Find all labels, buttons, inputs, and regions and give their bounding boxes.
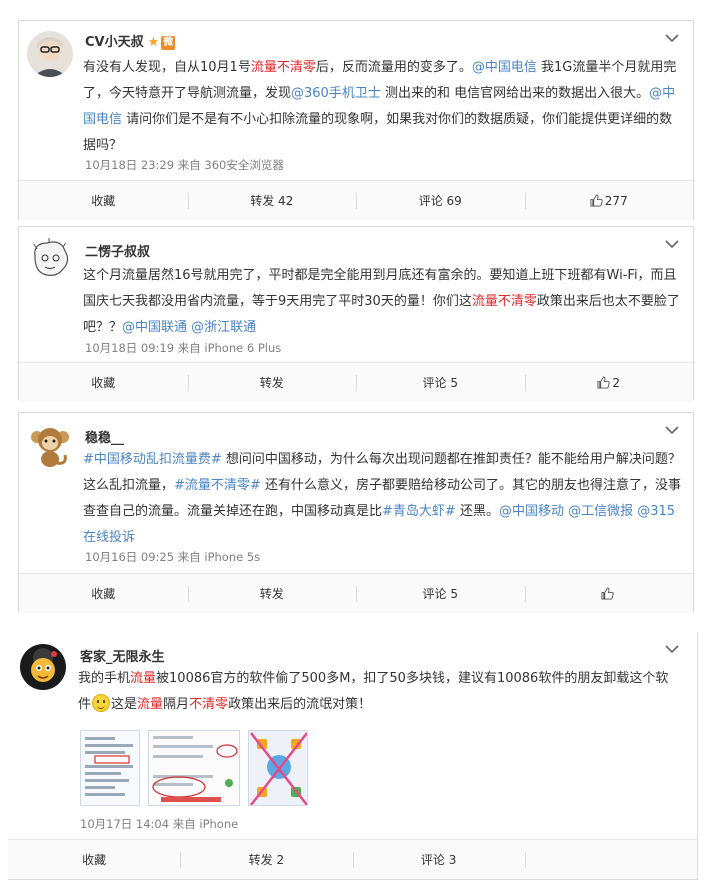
username[interactable]: CV小天叔 ★ 微 bbox=[85, 31, 176, 50]
thumbs-up-icon bbox=[597, 376, 611, 389]
post-meta: 10月18日 23:29 来自 360安全浏览器 bbox=[85, 158, 284, 172]
repost-button[interactable]: 转发 bbox=[187, 363, 357, 402]
screenshot-image[interactable] bbox=[148, 730, 240, 806]
username[interactable]: 客家_无限永生 bbox=[80, 646, 165, 665]
repost-button[interactable]: 转发 bbox=[187, 574, 357, 613]
chevron-down-icon[interactable] bbox=[665, 239, 679, 249]
repost-button[interactable]: 转发 42 bbox=[187, 181, 357, 220]
mention-link[interactable]: @360手机卫士 bbox=[291, 86, 381, 101]
username[interactable]: 稳稳__ bbox=[85, 427, 124, 446]
text-segment: 政策出来后的流氓对策！ bbox=[228, 697, 372, 712]
post-text: 我的手机流量被10086官方的软件偷了500多M，扣了50多块钱，建议有1008… bbox=[78, 666, 673, 718]
repost-button[interactable]: 转发 2 bbox=[180, 840, 352, 879]
mention-link[interactable]: @中国联通 bbox=[122, 320, 187, 335]
action-bar: 收藏 转发 评论 5 2 bbox=[19, 362, 693, 402]
text-segment: 请问你们是不是有不小心扣除流量的现象啊，如果我对你们的数据质疑，你们能提供更详细… bbox=[83, 112, 673, 153]
vip-badge-icon: 微 bbox=[161, 35, 176, 50]
highlight-text: 流量 bbox=[130, 671, 157, 686]
mention-link[interactable]: @中国电信 bbox=[472, 60, 537, 75]
username[interactable]: 二愣子叔叔 bbox=[85, 241, 150, 260]
text-segment: 测出来的和 电信官网给出来的数据出入很大。 bbox=[380, 86, 650, 101]
collect-button[interactable]: 收藏 bbox=[19, 574, 188, 613]
post-card: 二愣子叔叔 这个月流量居然16号就用完了，平时都是完全能用到月底还有富余的。要知… bbox=[18, 226, 694, 402]
action-bar: 收藏 转发 42 评论 69 277 bbox=[19, 180, 693, 220]
screenshot-image[interactable] bbox=[80, 730, 140, 806]
mention-link[interactable]: @工信微报 bbox=[568, 504, 633, 519]
avatar[interactable] bbox=[27, 31, 73, 77]
text-segment: 我的手机 bbox=[78, 671, 131, 686]
avatar[interactable] bbox=[27, 237, 73, 283]
chevron-down-icon[interactable] bbox=[665, 425, 679, 435]
highlight-text: 不清零 bbox=[189, 697, 229, 712]
screenshot-image[interactable] bbox=[248, 730, 308, 806]
mention-link[interactable]: @浙江联通 bbox=[191, 320, 256, 335]
highlight-text: 流量 bbox=[137, 697, 164, 712]
post-text: 有没有人发现，自从10月1号流量不清零后，反而流量用的变多了。@中国电信 我1G… bbox=[83, 55, 683, 159]
mention-link[interactable]: #中国移动乱扣流量费# bbox=[83, 452, 222, 467]
post-meta: 10月18日 09:19 来自 iPhone 6 Plus bbox=[85, 341, 282, 355]
collect-button[interactable]: 收藏 bbox=[19, 181, 188, 220]
thumbs-up-icon bbox=[590, 194, 603, 207]
post-card: 客家_无限永生 我的手机流量被10086官方的软件偷了500多M，扣了50多块钱… bbox=[8, 632, 698, 880]
like-button[interactable] bbox=[524, 574, 694, 613]
like-button[interactable]: 277 bbox=[524, 181, 694, 220]
collect-button[interactable]: 收藏 bbox=[8, 840, 180, 879]
action-bar: 收藏 转发 评论 5 bbox=[19, 573, 693, 613]
comment-button[interactable]: 评论 5 bbox=[356, 363, 525, 402]
comment-button[interactable]: 评论 3 bbox=[352, 840, 525, 879]
mention-link[interactable]: #青岛大虾# bbox=[382, 504, 456, 519]
thumbs-up-icon bbox=[601, 587, 614, 600]
post-text: #中国移动乱扣流量费# 想问问中国移动，为什么每次出现问题都在推卸责任？能不能给… bbox=[83, 447, 683, 551]
image-gallery bbox=[80, 730, 308, 806]
smile-emoji-icon bbox=[92, 694, 111, 712]
comment-button[interactable]: 评论 69 bbox=[356, 181, 525, 220]
text-segment: 这是 bbox=[111, 697, 138, 712]
like-button[interactable]: 2 bbox=[524, 363, 694, 402]
post-meta: 10月16日 09:25 来自 iPhone 5s bbox=[85, 550, 261, 564]
action-bar: 收藏 转发 2 评论 3 bbox=[8, 839, 697, 879]
star-badge-icon: ★ bbox=[147, 35, 160, 50]
post-text: 这个月流量居然16号就用完了，平时都是完全能用到月底还有富余的。要知道上班下班都… bbox=[83, 263, 683, 341]
avatar[interactable] bbox=[27, 423, 73, 469]
collect-button[interactable]: 收藏 bbox=[19, 363, 188, 402]
post-meta: 10月17日 14:04 来自 iPhone bbox=[80, 817, 239, 831]
text-segment: 隔月 bbox=[163, 697, 190, 712]
post-card: CV小天叔 ★ 微 有没有人发现，自从10月1号流量不清零后，反而流量用的变多了。@… bbox=[18, 20, 694, 220]
highlight-text: 流量不清零 bbox=[471, 294, 537, 309]
text-segment: 后，反而流量用的变多了。 bbox=[315, 60, 472, 75]
text-segment: 还黑。 bbox=[455, 504, 499, 519]
mention-link[interactable]: #流量不清零# bbox=[174, 478, 261, 493]
post-card: 稳稳__ #中国移动乱扣流量费# 想问问中国移动，为什么每次出现问题都在推卸责任… bbox=[18, 412, 694, 613]
avatar[interactable] bbox=[20, 644, 66, 690]
chevron-down-icon[interactable] bbox=[665, 33, 679, 43]
highlight-text: 流量不清零 bbox=[250, 60, 316, 75]
mention-link[interactable]: @中国移动 bbox=[499, 504, 564, 519]
text-segment: 有没有人发现，自从10月1号 bbox=[83, 60, 251, 75]
comment-button[interactable]: 评论 5 bbox=[356, 574, 525, 613]
like-button[interactable] bbox=[524, 840, 697, 879]
chevron-down-icon[interactable] bbox=[665, 644, 679, 654]
